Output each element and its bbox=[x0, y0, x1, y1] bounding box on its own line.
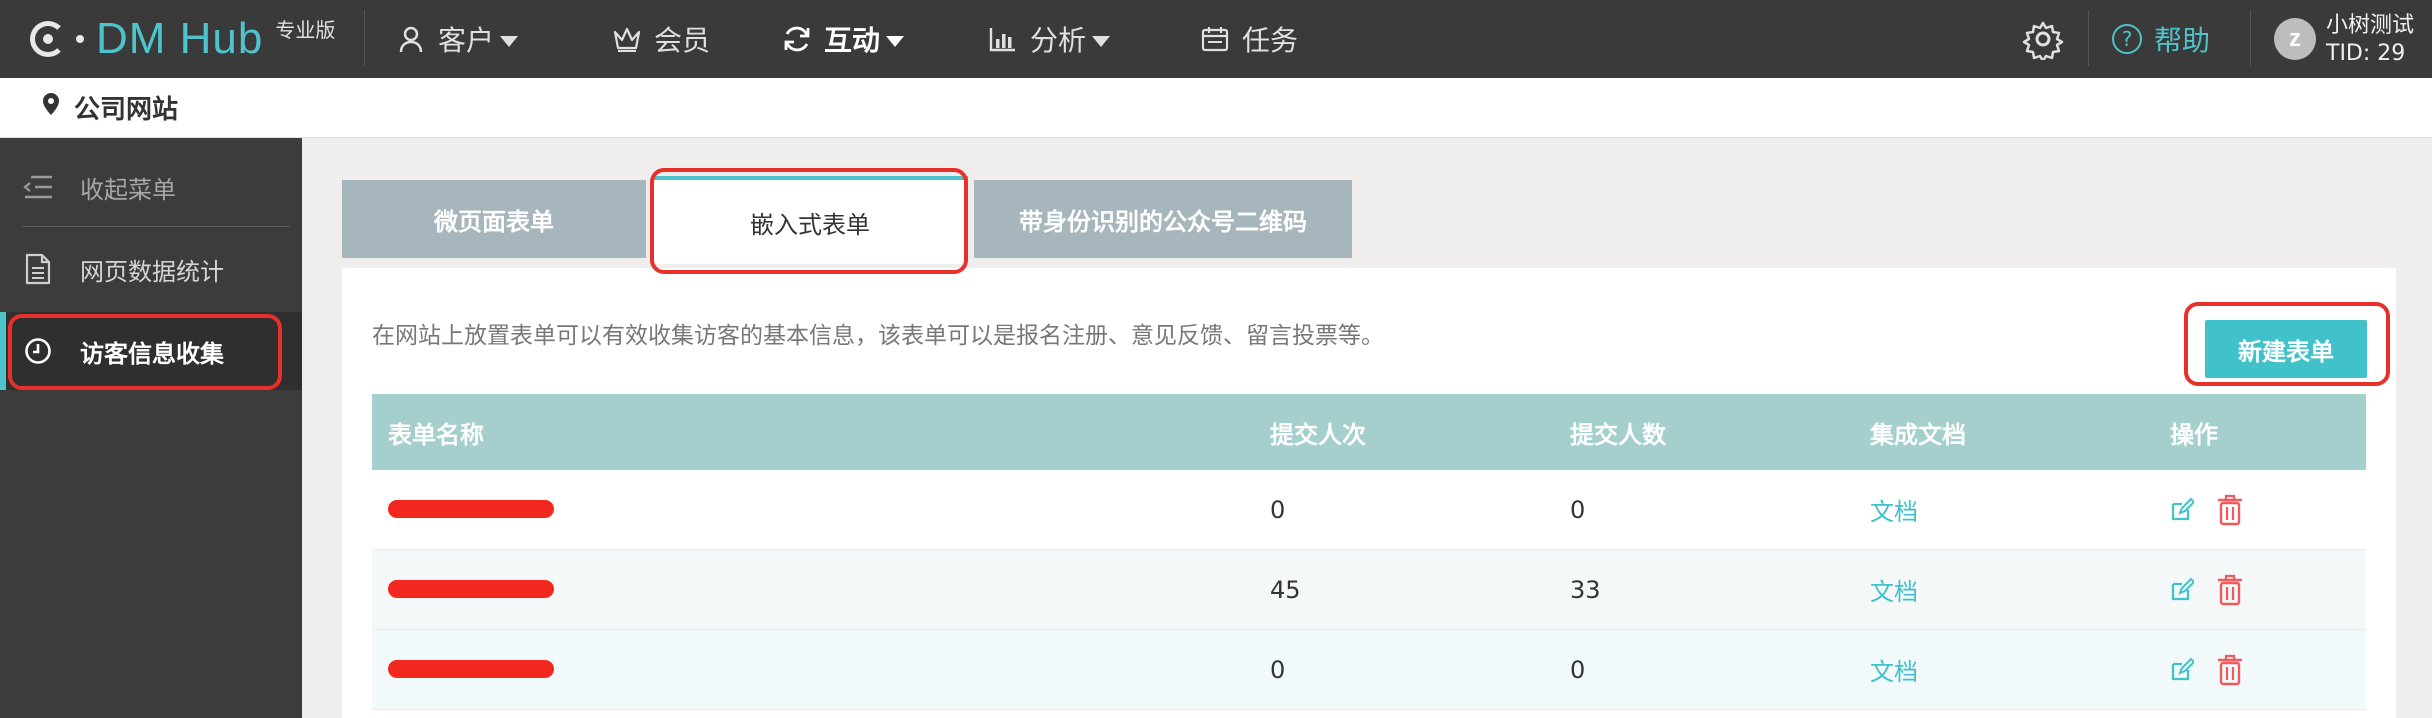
column-header: 表单名称 bbox=[388, 420, 484, 449]
submissions-cell: 0 bbox=[1270, 495, 1286, 524]
submitters-cell: 0 bbox=[1570, 655, 1586, 684]
forms-table: 表单名称 提交人次 提交人数 集成文档 操作 0 0 文档 45 33 文档 0… bbox=[372, 394, 2366, 710]
table-row: 0 0 文档 bbox=[372, 470, 2366, 550]
avatar[interactable]: z bbox=[2274, 18, 2316, 60]
top-divider bbox=[2088, 10, 2089, 66]
sidebar-item-collapse[interactable]: 收起菜单 bbox=[0, 148, 302, 226]
nav-label: 任务 bbox=[1242, 24, 1299, 57]
form-name-cell[interactable] bbox=[372, 656, 1270, 684]
breadcrumb-label: 公司网站 bbox=[74, 95, 179, 125]
location-pin-icon bbox=[42, 92, 60, 123]
sidebar: 收起菜单 网页数据统计 访客信息收集 bbox=[0, 138, 302, 718]
doc-link[interactable]: 文档 bbox=[1870, 498, 1918, 526]
annotation-outline-sidebar bbox=[8, 314, 282, 390]
tab-micro-page-form[interactable]: 微页面表单 bbox=[342, 180, 646, 258]
edit-icon[interactable] bbox=[2170, 497, 2196, 522]
collapse-menu-icon bbox=[22, 171, 54, 203]
doc-link[interactable]: 文档 bbox=[1870, 658, 1918, 686]
calendar-icon bbox=[1200, 24, 1230, 54]
user-icon bbox=[396, 24, 426, 54]
column-header: 集成文档 bbox=[1870, 420, 1966, 449]
user-tid: TID: 29 bbox=[2326, 41, 2406, 66]
redaction-mark bbox=[388, 579, 554, 598]
nav-label: 分析 bbox=[1030, 24, 1087, 57]
gear-icon[interactable] bbox=[2022, 18, 2064, 63]
crown-icon bbox=[612, 24, 642, 54]
tab-qrcode-form[interactable]: 带身份识别的公众号二维码 bbox=[974, 180, 1352, 258]
form-panel: 在网站上放置表单可以有效收集访客的基本信息，该表单可以是报名注册、意见反馈、留言… bbox=[342, 268, 2396, 718]
submissions-cell: 0 bbox=[1270, 655, 1286, 684]
annotation-outline-button bbox=[2184, 302, 2390, 386]
table-header: 表单名称 提交人次 提交人数 集成文档 操作 bbox=[372, 394, 2366, 470]
refresh-icon bbox=[782, 24, 812, 54]
sidebar-item-web-stats[interactable]: 网页数据统计 bbox=[0, 230, 302, 308]
user-name: 小树测试 bbox=[2326, 13, 2415, 38]
doc-link[interactable]: 文档 bbox=[1870, 578, 1918, 606]
nav-label: 互动 bbox=[824, 24, 881, 57]
help-icon: ? bbox=[2112, 24, 2142, 54]
submitters-cell: 0 bbox=[1570, 495, 1586, 524]
sidebar-divider bbox=[22, 226, 290, 227]
top-divider bbox=[2250, 10, 2251, 66]
logo-mark-icon bbox=[30, 21, 66, 57]
redaction-mark bbox=[388, 659, 554, 678]
top-divider bbox=[364, 10, 365, 66]
chevron-down-icon bbox=[500, 35, 519, 47]
submissions-cell: 45 bbox=[1270, 575, 1301, 604]
submitters-cell: 33 bbox=[1570, 575, 1601, 604]
nav-analysis[interactable]: 分析 bbox=[988, 0, 1111, 78]
edit-icon[interactable] bbox=[2170, 577, 2196, 602]
trash-icon[interactable] bbox=[2216, 654, 2244, 686]
chart-icon bbox=[988, 24, 1018, 54]
chevron-down-icon bbox=[1092, 35, 1111, 47]
brand-name: DM Hub bbox=[96, 14, 264, 63]
dmhub-logo[interactable]: DM Hub 专业版 bbox=[30, 12, 335, 66]
trash-icon[interactable] bbox=[2216, 574, 2244, 606]
table-row: 0 0 文档 bbox=[372, 630, 2366, 710]
annotation-outline-tab bbox=[650, 168, 968, 274]
nav-tasks[interactable]: 任务 bbox=[1200, 0, 1298, 78]
form-name-cell[interactable] bbox=[372, 496, 1270, 524]
help-label: 帮助 bbox=[2154, 24, 2211, 57]
nav-label: 客户 bbox=[438, 24, 495, 57]
document-icon bbox=[22, 253, 54, 285]
trash-icon[interactable] bbox=[2216, 494, 2244, 526]
column-header: 提交人次 bbox=[1270, 420, 1366, 449]
nav-members[interactable]: 会员 bbox=[612, 0, 710, 78]
nav-label: 会员 bbox=[654, 24, 711, 57]
sidebar-item-label: 收起菜单 bbox=[80, 175, 176, 204]
panel-description: 在网站上放置表单可以有效收集访客的基本信息，该表单可以是报名注册、意见反馈、留言… bbox=[372, 323, 1384, 349]
help-link[interactable]: ? 帮助 bbox=[2112, 0, 2210, 78]
edit-icon[interactable] bbox=[2170, 657, 2196, 682]
user-info[interactable]: 小树测试 TID: 29 bbox=[2326, 12, 2414, 68]
table-row: 45 33 文档 bbox=[372, 550, 2366, 630]
edition-label: 专业版 bbox=[275, 18, 336, 42]
redaction-mark bbox=[388, 499, 554, 518]
breadcrumb: 公司网站 bbox=[0, 78, 2432, 138]
column-header: 提交人数 bbox=[1570, 420, 1666, 449]
logo-dot bbox=[76, 35, 84, 43]
top-bar: DM Hub 专业版 客户 会员 互动 分析 任务 ? 帮助 z 小树测试 TI… bbox=[0, 0, 2432, 78]
nav-customers[interactable]: 客户 bbox=[396, 0, 519, 78]
sidebar-item-label: 网页数据统计 bbox=[80, 257, 224, 286]
column-header: 操作 bbox=[2170, 420, 2218, 449]
form-name-cell[interactable] bbox=[372, 576, 1270, 604]
nav-interaction[interactable]: 互动 bbox=[782, 0, 905, 78]
chevron-down-icon bbox=[886, 35, 905, 47]
